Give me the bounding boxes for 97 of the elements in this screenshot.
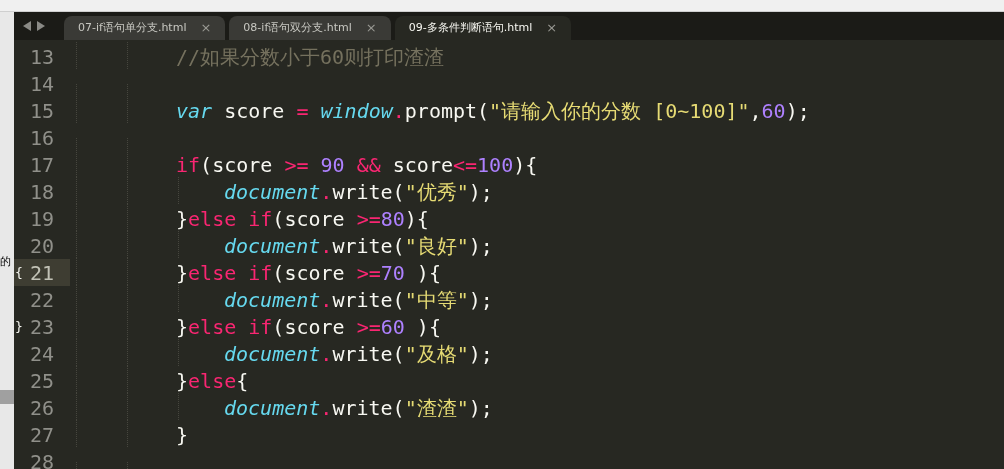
code-operator: . xyxy=(320,394,333,422)
code-identifier: document xyxy=(224,232,321,260)
code-text: write( xyxy=(332,340,405,368)
line-number: 17 xyxy=(28,151,54,179)
left-arrow-icon[interactable] xyxy=(22,21,32,31)
code-identifier: document xyxy=(224,286,321,314)
code-text: (score xyxy=(272,205,346,233)
code-string: "优秀" xyxy=(404,178,469,206)
line-number: 25 xyxy=(28,367,54,395)
code-text: ){ xyxy=(415,259,441,287)
code-keyword: if xyxy=(176,151,201,179)
close-tab-button[interactable]: × xyxy=(200,18,212,38)
code-operator: = xyxy=(296,97,309,125)
code-operator: && xyxy=(355,151,381,179)
code-number: 90 xyxy=(319,151,345,179)
tab-label: 08-if语句双分支.html xyxy=(243,19,352,36)
side-panel-bar xyxy=(0,390,14,404)
file-tab[interactable]: 08-if语句双分支.html × xyxy=(229,16,391,40)
code-operator: . xyxy=(320,178,333,206)
line-number: 22 xyxy=(28,286,54,314)
code-text: ); xyxy=(468,286,493,314)
line-number: 15 xyxy=(28,97,54,125)
code-identifier: document xyxy=(224,394,321,422)
code-operator: . xyxy=(320,340,333,368)
line-number: 28 xyxy=(28,448,54,469)
code-text: write( xyxy=(332,286,405,314)
code-comment: //如果分数小于60则打印渣渣 xyxy=(176,43,445,71)
code-text: ){ xyxy=(513,151,538,179)
code-operator: <= xyxy=(453,151,478,179)
line-number: 14 xyxy=(28,70,54,98)
code-text: ); xyxy=(468,394,493,422)
file-tab[interactable]: 09-多条件判断语句.html × xyxy=(394,16,572,40)
fold-marker[interactable]: { xyxy=(15,264,23,280)
code-keyword: else if xyxy=(188,205,273,233)
code-identifier: var xyxy=(176,97,213,125)
line-number: 18 xyxy=(28,178,54,206)
code-number: 60 xyxy=(380,313,405,341)
line-number: 19 xyxy=(28,205,54,233)
code-text: (score xyxy=(200,151,274,179)
line-number: 21 xyxy=(28,259,54,287)
close-tab-button[interactable]: × xyxy=(546,18,558,38)
code-string: "请输入你的分数 [0~100]" xyxy=(489,97,750,125)
code-operator: . xyxy=(320,232,333,260)
code-text: (score xyxy=(272,259,346,287)
code-string: "良好" xyxy=(404,232,469,260)
code-text: } xyxy=(176,367,189,395)
code-text: score xyxy=(391,151,453,179)
code-number: 60 xyxy=(761,97,786,125)
code-text: , xyxy=(749,97,762,125)
code-text: ){ xyxy=(415,313,441,341)
code-operator: >= xyxy=(356,313,381,341)
line-number: 13 xyxy=(28,43,54,71)
line-number: 23 xyxy=(28,313,54,341)
code-operator: >= xyxy=(284,151,309,179)
code-text: write( xyxy=(332,394,405,422)
close-tab-button[interactable]: × xyxy=(365,18,377,38)
code-operator: >= xyxy=(356,259,381,287)
code-string: "渣渣" xyxy=(404,394,469,422)
code-operator: . xyxy=(320,286,333,314)
code-number: 80 xyxy=(380,205,405,233)
code-text: } xyxy=(176,421,189,449)
line-number: 26 xyxy=(28,394,54,422)
line-number: 27 xyxy=(28,421,54,449)
code-text: write( xyxy=(332,178,405,206)
code-identifier: window xyxy=(319,97,393,125)
code-text: { xyxy=(236,367,249,395)
code-identifier: document xyxy=(224,178,321,206)
fold-marker[interactable]: } xyxy=(15,318,23,334)
code-text: ); xyxy=(468,340,493,368)
code-text: (score xyxy=(272,313,346,341)
line-number: 16 xyxy=(28,124,54,152)
line-number: 20 xyxy=(28,232,54,260)
tab-label: 09-多条件判断语句.html xyxy=(408,19,533,36)
line-number: 24 xyxy=(28,340,54,368)
code-text: ); xyxy=(785,97,810,125)
code-keyword: else xyxy=(188,367,237,395)
code-string: "及格" xyxy=(404,340,469,368)
code-keyword: else if xyxy=(188,259,273,287)
right-arrow-icon[interactable] xyxy=(36,21,46,31)
file-tab[interactable]: 07-if语句单分支.html × xyxy=(64,16,226,40)
code-text: ); xyxy=(468,232,493,260)
code-identifier: document xyxy=(224,340,321,368)
code-text: } xyxy=(176,313,189,341)
code-text: } xyxy=(176,205,189,233)
code-text: score xyxy=(223,97,286,125)
code-text: write( xyxy=(332,232,405,260)
code-text: } xyxy=(176,259,189,287)
code-operator: >= xyxy=(356,205,381,233)
code-number: 100 xyxy=(477,151,514,179)
code-text: ){ xyxy=(404,205,429,233)
code-keyword: else if xyxy=(188,313,273,341)
side-text: 的 xyxy=(0,255,11,269)
code-string: "中等" xyxy=(404,286,469,314)
code-number: 70 xyxy=(380,259,405,287)
tab-label: 07-if语句单分支.html xyxy=(78,19,187,36)
code-text: ); xyxy=(468,178,493,206)
code-text: prompt( xyxy=(404,97,490,125)
